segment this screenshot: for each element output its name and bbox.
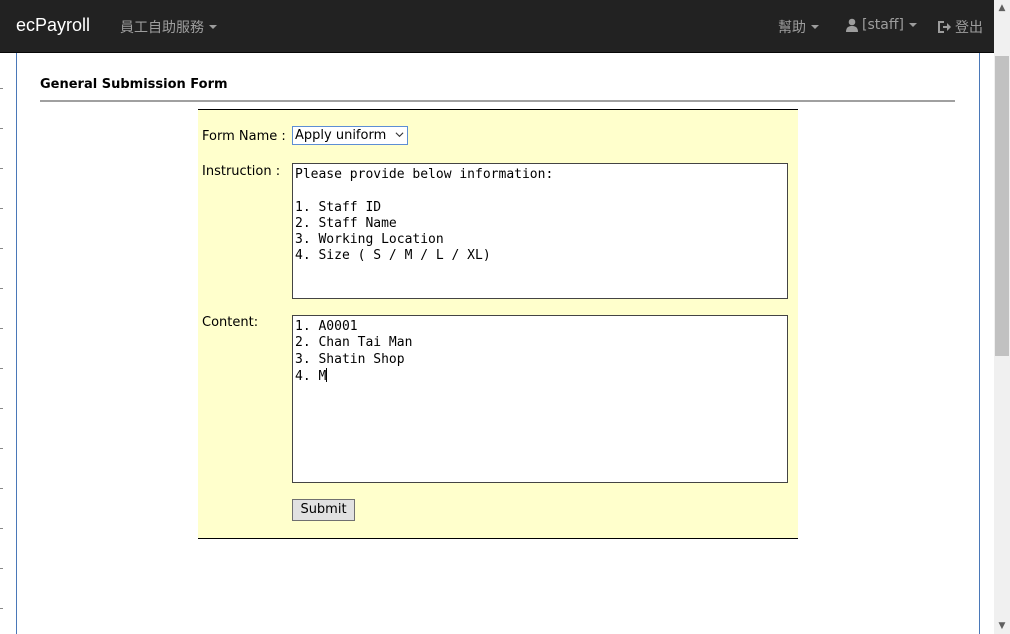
scroll-up-icon[interactable]: ▲ [994, 0, 1010, 16]
submission-form: Form Name : Apply uniform Instruction : … [198, 109, 798, 539]
menu-user[interactable]: [staff] [845, 17, 917, 33]
text-cursor [326, 367, 328, 382]
instruction-label: Instruction : [202, 164, 281, 179]
menu-help-label: 幫助 [778, 20, 806, 36]
content-label: Content: [202, 315, 259, 330]
logout-link[interactable]: 登出 [937, 17, 983, 37]
chevron-down-icon [209, 25, 217, 29]
scrollbar-thumb[interactable] [995, 56, 1009, 356]
chevron-down-icon [811, 25, 819, 29]
left-edge-marks [0, 53, 3, 634]
instruction-textarea[interactable]: Please provide below information: 1. Sta… [292, 163, 788, 299]
menu-employee-self-service[interactable]: 員工自助服務 [120, 17, 217, 37]
title-divider [40, 100, 955, 102]
form-name-select[interactable]: Apply uniform [292, 126, 408, 145]
top-navbar: ecPayroll 員工自助服務 幫助 [staff] 登出 [0, 0, 994, 53]
form-name-selected-value: Apply uniform [295, 128, 387, 143]
content-textarea[interactable]: 1. A0001 2. Chan Tai Man 3. Shatin Shop … [292, 315, 788, 483]
scroll-down-icon[interactable]: ▼ [994, 618, 1010, 634]
brand-logo[interactable]: ecPayroll [16, 15, 90, 36]
menu-employee-self-service-label: 員工自助服務 [120, 20, 204, 36]
page-title: General Submission Form [40, 77, 228, 92]
form-name-label: Form Name : [202, 129, 286, 144]
vertical-scrollbar[interactable]: ▲ ▼ [994, 0, 1010, 634]
content-text: 1. A0001 2. Chan Tai Man 3. Shatin Shop … [295, 319, 413, 384]
logout-label: 登出 [955, 20, 983, 36]
user-icon [846, 18, 858, 32]
chevron-down-icon [908, 23, 917, 27]
menu-help[interactable]: 幫助 [778, 17, 819, 37]
submit-button[interactable]: Submit [292, 499, 355, 521]
chevron-down-icon [395, 132, 404, 138]
logout-icon [938, 21, 951, 33]
menu-user-label: [staff] [862, 17, 904, 33]
